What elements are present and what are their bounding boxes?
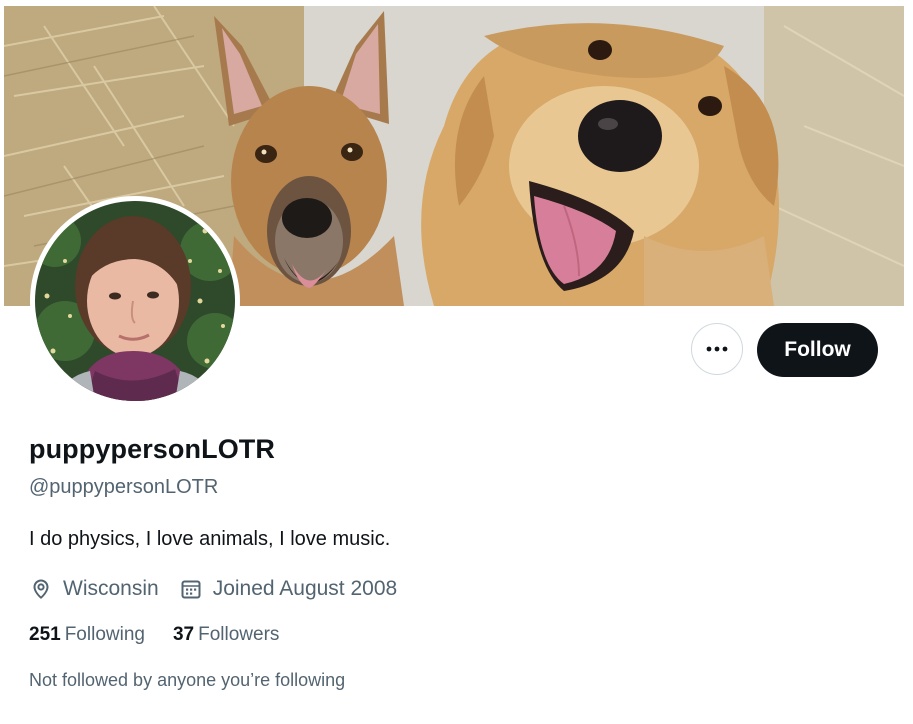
- location-item: Wisconsin: [29, 577, 159, 601]
- joined-date-text: Joined August 2008: [212, 577, 398, 600]
- follow-button[interactable]: Follow: [757, 323, 878, 377]
- followers-label: Followers: [198, 624, 280, 645]
- username-handle: @puppypersonLOTR: [29, 476, 219, 498]
- following-label: Following: [64, 624, 145, 645]
- profile-avatar[interactable]: [30, 196, 240, 406]
- followed-by-notice: Not followed by anyone you’re following: [29, 670, 346, 690]
- following-count: 251: [29, 624, 61, 645]
- profile-meta: Wisconsin Joined August 2008: [29, 574, 417, 604]
- joined-item: Joined August 2008: [179, 577, 398, 601]
- profile-bio: I do physics, I love animals, I love mus…: [29, 528, 391, 550]
- calendar-icon: [181, 580, 201, 599]
- location-pin-icon: [33, 579, 49, 599]
- more-horizontal-icon: [706, 346, 728, 352]
- more-options-button[interactable]: [691, 323, 743, 375]
- display-name: puppypersonLOTR: [29, 434, 275, 464]
- followers-count: 37: [172, 624, 195, 645]
- following-link[interactable]: 251 Following: [29, 624, 145, 646]
- profile-card: Follow puppypersonLOTR @puppypersonLOTR …: [4, 6, 904, 724]
- follow-stats: 251 Following 37 Followers: [29, 624, 307, 646]
- followers-link[interactable]: 37 Followers: [173, 624, 279, 646]
- location-text: Wisconsin: [63, 577, 159, 600]
